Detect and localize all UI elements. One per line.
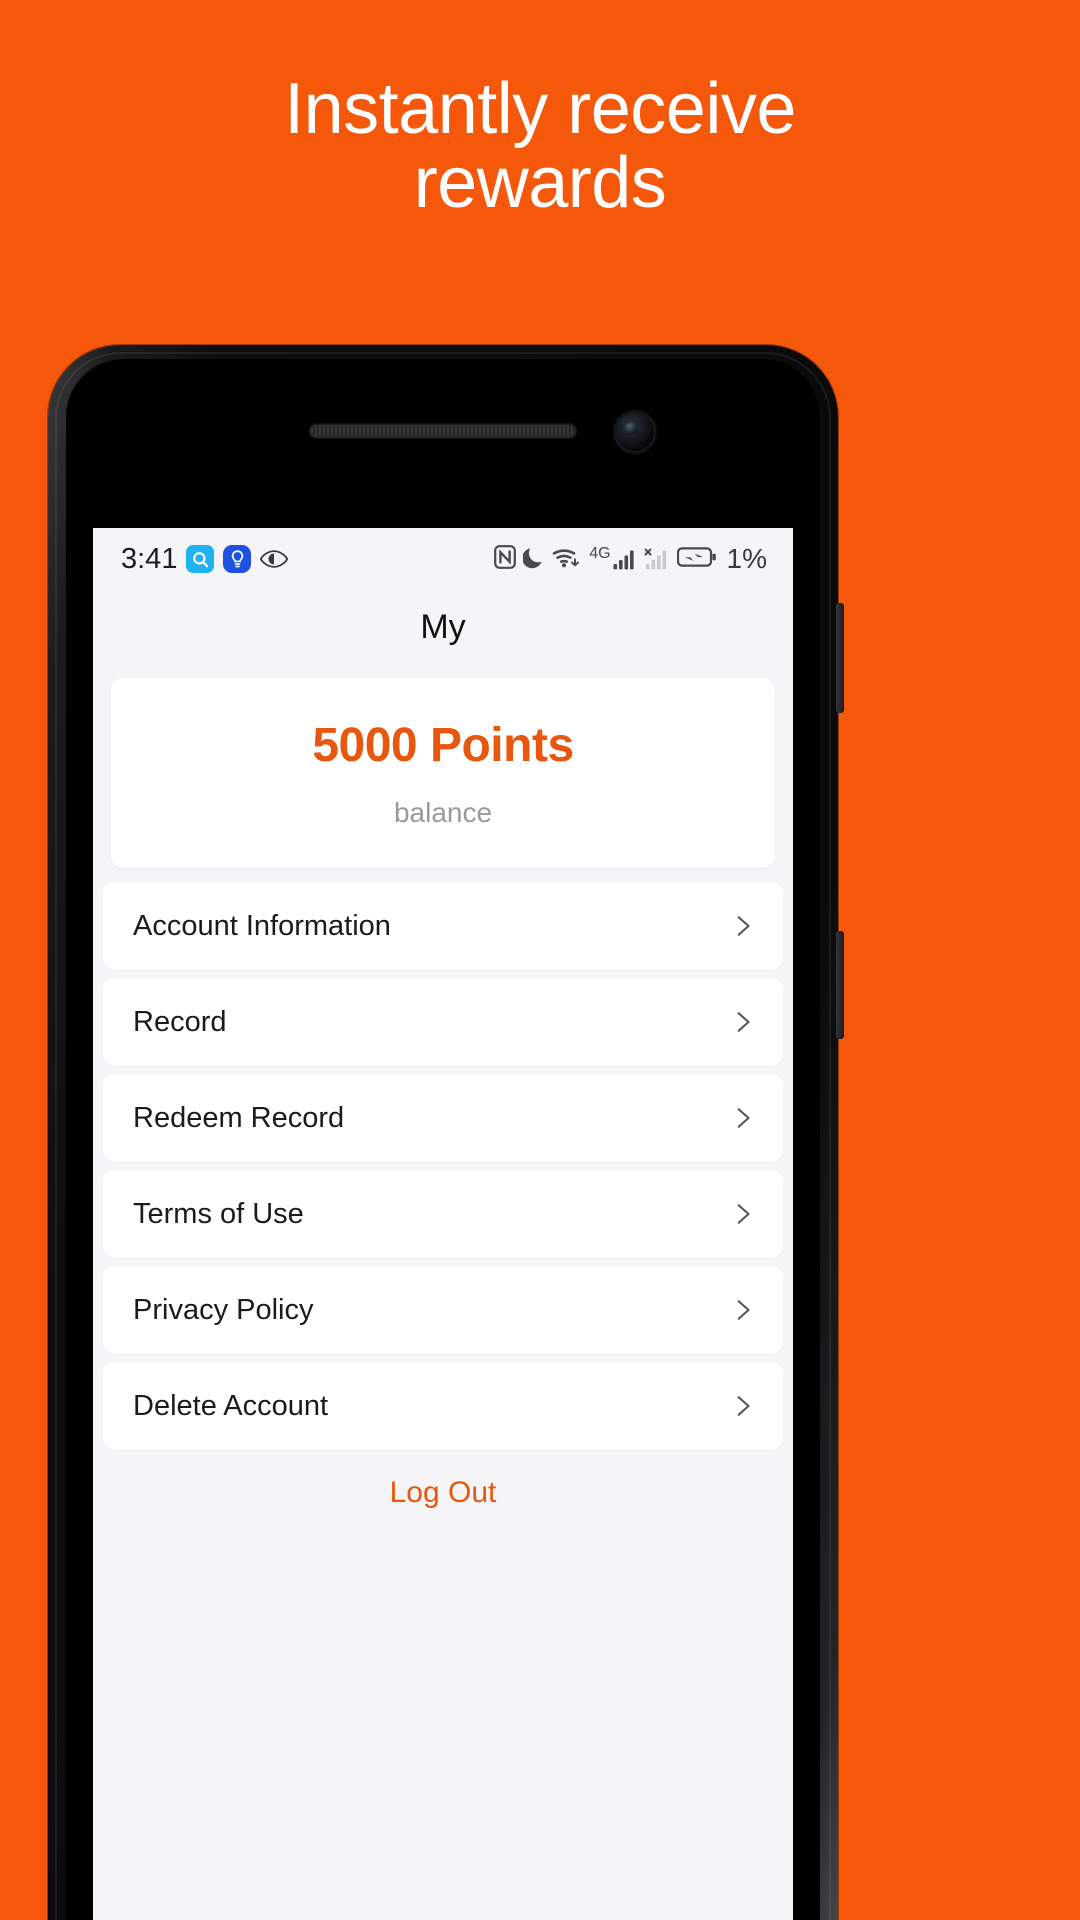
logout-button[interactable]: Log Out (390, 1476, 497, 1510)
app-bar: My (93, 590, 793, 664)
status-bar-right: 4G 1% (494, 543, 767, 575)
chevron-right-icon (729, 1297, 755, 1323)
menu-item-account-information[interactable]: Account Information (103, 882, 783, 970)
eye-icon (260, 549, 289, 569)
menu-item-label: Privacy Policy (133, 1293, 314, 1326)
battery-percent-label: 1% (726, 543, 767, 574)
chevron-right-icon (729, 1201, 755, 1227)
status-bar-clock: 3:41 (121, 542, 178, 575)
signal-no-sim-icon (644, 548, 670, 570)
chevron-right-icon (729, 913, 755, 939)
earpiece-speaker-icon (309, 423, 577, 438)
menu-item-label: Delete Account (133, 1389, 329, 1422)
menu-item-redeem-record[interactable]: Redeem Record (103, 1074, 783, 1162)
page-title: My (420, 607, 466, 646)
menu-item-label: Account Information (133, 909, 391, 942)
network-type-label: 4G (589, 545, 611, 562)
chevron-right-icon (729, 1009, 755, 1035)
promo-headline: Instantly receive rewards (284, 69, 796, 224)
points-value: 5000 Points (312, 718, 574, 772)
wifi-icon (552, 545, 582, 574)
menu-list: Account Information Record Redeem Record… (93, 882, 793, 1450)
lightbulb-icon (223, 545, 252, 573)
status-bar-left: 3:41 (121, 542, 289, 576)
signal-4g-icon: 4G (589, 545, 636, 570)
points-balance-card: 5000 Points balance (111, 678, 775, 868)
status-bar: 3:41 4G 1% (93, 528, 793, 590)
phone-mockup: 3:41 4G 1% My 5000 Points balance Accoun… (48, 345, 844, 1920)
menu-item-label: Redeem Record (133, 1101, 345, 1134)
volume-button[interactable] (836, 931, 844, 1039)
app-screen: 3:41 4G 1% My 5000 Points balance Accoun… (93, 528, 793, 1920)
menu-item-delete-account[interactable]: Delete Account (103, 1362, 783, 1450)
menu-item-label: Terms of Use (133, 1197, 304, 1230)
do-not-disturb-icon (522, 545, 545, 574)
menu-item-record[interactable]: Record (103, 978, 783, 1066)
chevron-right-icon (729, 1105, 755, 1131)
chevron-right-icon (729, 1393, 755, 1419)
search-icon (186, 545, 215, 573)
front-camera-icon (616, 413, 654, 451)
points-label: balance (393, 796, 493, 828)
nfc-icon (494, 544, 517, 574)
menu-item-terms-of-use[interactable]: Terms of Use (103, 1170, 783, 1258)
menu-item-privacy-policy[interactable]: Privacy Policy (103, 1266, 783, 1354)
power-button[interactable] (836, 603, 844, 713)
battery-charging-icon (676, 546, 717, 573)
menu-item-label: Record (133, 1005, 227, 1038)
logout-row: Log Out (93, 1476, 793, 1510)
